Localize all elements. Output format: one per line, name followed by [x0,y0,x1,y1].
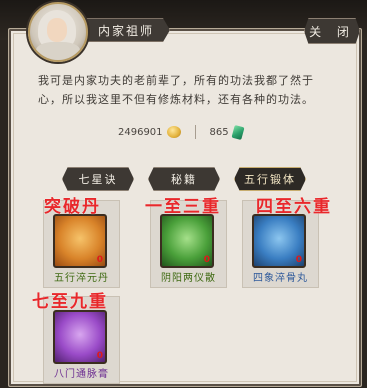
tab-qixingjue[interactable]: 七星诀 [62,167,134,191]
item-name: 八门通脉膏 [54,369,109,380]
avatar-robe [36,42,80,60]
item-count: 0 [203,255,210,265]
annotation-breakthrough: 突破丹 [44,197,101,217]
annotation-tier-1-3: 一至三重 [145,197,221,217]
item-count: 0 [295,255,302,265]
item-count: 0 [96,255,103,265]
avatar-face [47,18,67,42]
annotation-tier-7-9: 七至九重 [32,292,108,312]
currency-divider [194,125,196,139]
tab-wuxing-duanti[interactable]: 五行锻体 [234,167,306,191]
npc-dialog-text: 我可是内家功夫的老前辈了，所有的功法我都了然于心，所以我这里不但有修炼材料，还有… [38,74,314,106]
npc-name-plate: 内家祖师 [82,18,170,42]
gold-amount: 2496901 [118,126,163,138]
item-name: 五行淬元丹 [54,273,109,284]
item-name: 四象淬骨丸 [253,273,308,284]
currency-bar: 2496901 865 [118,124,245,140]
elixir-pill-icon[interactable]: 0 [53,214,107,268]
jade-icon [231,124,245,140]
close-button[interactable]: 关 闭 [304,18,360,44]
gold-ingot-icon [166,126,181,138]
tab-miji[interactable]: 秘籍 [148,167,220,191]
item-count: 0 [96,351,103,361]
meridian-ointment-icon[interactable]: 0 [53,310,107,364]
bone-tempering-pill-icon[interactable]: 0 [252,214,306,268]
npc-avatar [28,2,88,62]
yin-yang-powder-icon[interactable]: 0 [160,214,214,268]
item-name: 阴阳两仪散 [161,273,216,284]
jade-amount: 865 [209,126,229,138]
annotation-tier-4-6: 四至六重 [256,197,332,217]
